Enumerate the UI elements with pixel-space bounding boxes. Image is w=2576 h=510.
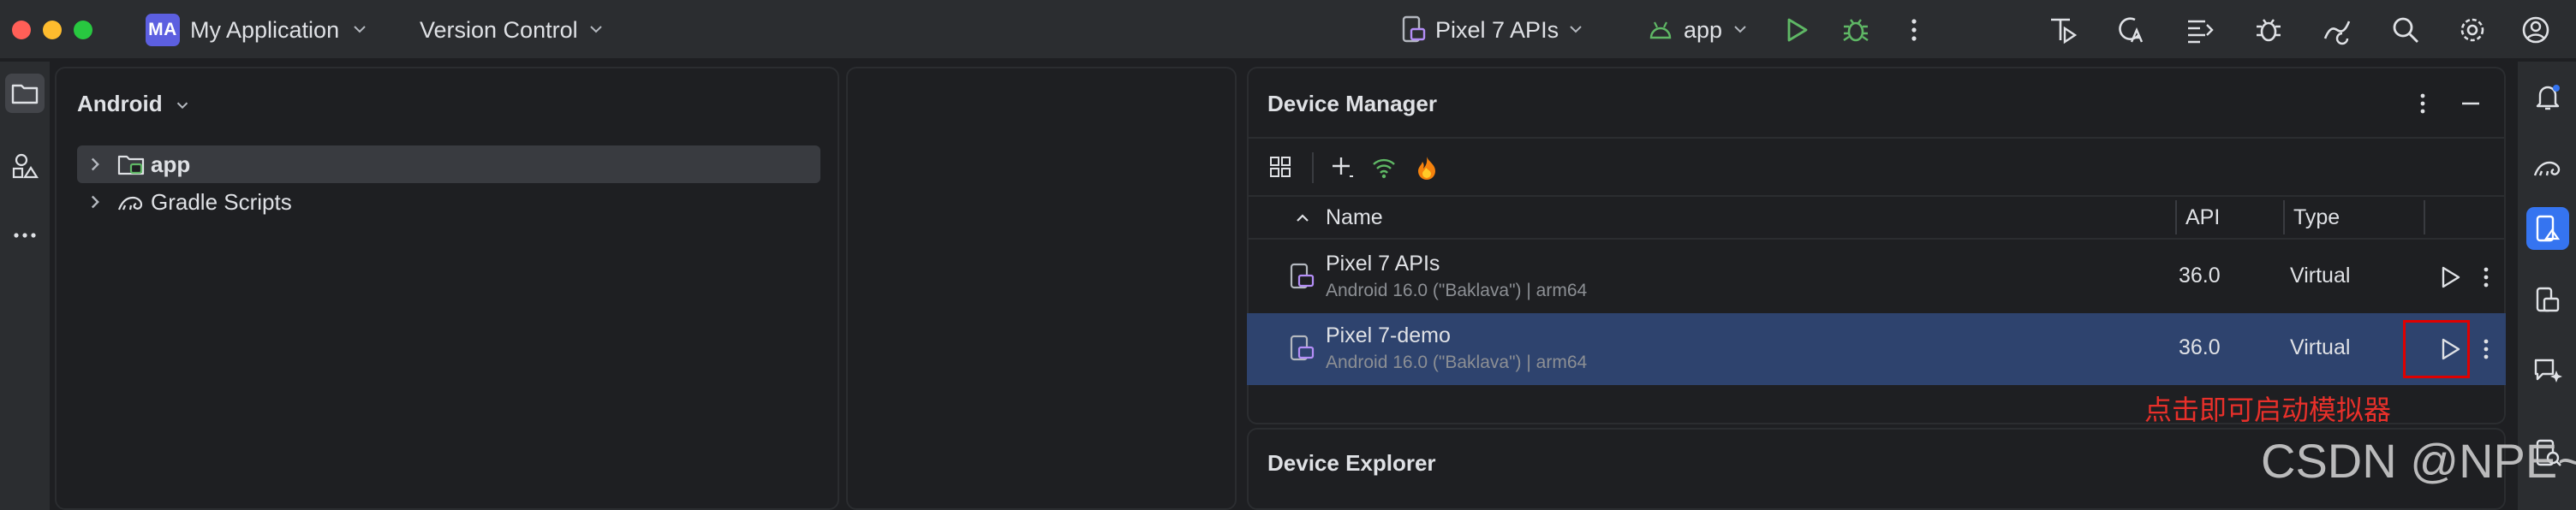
version-control-menu[interactable]: Version Control [420,17,578,44]
bell-icon [2536,85,2560,110]
column-header-name[interactable]: Name [1326,205,1383,230]
tree-item-label: app [151,151,191,177]
running-devices-icon [2536,287,2560,312]
editor-area [846,67,1237,510]
device-api: 36.0 [2179,335,2221,359]
play-icon [2442,266,2460,288]
device-more-button[interactable] [2475,332,2497,366]
add-device-icon[interactable] [1326,151,1360,185]
profiler-icon[interactable] [2045,12,2081,48]
project-tool-button[interactable] [5,74,45,113]
close-window-button[interactable] [12,21,31,39]
device-row-pixel-7-demo[interactable]: Pixel 7-demo Android 16.0 ("Baklava") | … [1247,313,2506,385]
gradle-icon [2533,161,2561,176]
project-panel: Android app Gradle Scripts [55,67,839,510]
gradle-tool-button[interactable] [2526,145,2569,188]
device-more-button[interactable] [2475,260,2497,294]
chevron-down-icon[interactable] [173,96,192,115]
chevron-right-icon[interactable] [84,191,106,213]
debug-icon[interactable] [1838,12,1874,48]
title-bar: MA My Application Version Control Pixel … [0,0,2576,60]
tree-item-gradle-scripts[interactable]: Gradle Scripts [77,183,820,221]
minimize-icon[interactable] [2458,91,2484,116]
device-name: Pixel 7-demo [1326,323,1451,347]
chat-sparkle-icon [2534,359,2562,382]
resource-manager-button[interactable] [5,147,45,187]
maximize-window-button[interactable] [74,21,92,39]
firebase-icon[interactable] [1410,151,1444,185]
android-icon [1649,21,1672,39]
chevron-down-icon[interactable] [1565,19,1586,39]
run-icon[interactable] [1778,12,1814,48]
folder-icon [11,84,39,104]
device-explorer-title: Device Explorer [1267,450,1436,476]
wifi-pair-icon[interactable] [1367,151,1401,185]
more-icon[interactable] [1896,12,1932,48]
grid-view-icon[interactable] [1264,151,1298,185]
device-api: 36.0 [2179,264,2221,288]
notifications-button[interactable] [2526,75,2569,118]
gradle-icon [117,196,143,211]
device-detail: Android 16.0 ("Baklava") | arm64 [1326,353,1588,372]
chevron-right-icon[interactable] [84,153,106,175]
virtual-device-icon [1290,335,1315,361]
sync-icon[interactable] [2319,12,2355,48]
sort-ascending-icon[interactable] [1293,209,1312,228]
shapes-icon [12,153,39,179]
account-icon[interactable] [2518,12,2554,48]
module-folder-icon [117,155,145,175]
play-icon [2442,338,2460,360]
column-header-api[interactable]: API [2185,205,2220,230]
project-name[interactable]: My Application [190,17,339,44]
annotation-text: 点击即可启动模拟器 [2144,394,2392,425]
launch-device-button[interactable] [2432,260,2466,294]
virtual-device-icon [1290,263,1315,289]
translate-icon[interactable] [2114,12,2150,48]
device-manager-title: Device Manager [1267,91,1437,116]
device-name: Pixel 7 APIs [1326,252,1440,276]
settings-icon[interactable] [2454,12,2490,48]
device-type: Virtual [2290,335,2351,359]
left-tool-strip [0,62,50,510]
running-devices-button[interactable] [2526,279,2569,322]
device-manager-panel: Device Manager Name API Type Pixel 7 API… [1247,67,2506,424]
logcat-icon[interactable] [2182,12,2218,48]
project-view-selector[interactable]: Android [77,91,163,117]
device-row-pixel-7-apis[interactable]: Pixel 7 APIs Android 16.0 ("Baklava") | … [1247,241,2506,313]
search-icon[interactable] [2388,12,2424,48]
chevron-down-icon[interactable] [1730,19,1750,39]
chevron-down-icon[interactable] [349,19,370,39]
run-config-selector[interactable]: app [1684,17,1722,44]
launch-device-button[interactable] [2432,332,2466,366]
minimize-window-button[interactable] [43,21,62,39]
device-type: Virtual [2290,264,2351,288]
tree-item-app[interactable]: app [77,145,820,183]
watermark: CSDN @NPE~ [2261,434,2576,488]
device-selector[interactable]: Pixel 7 APIs [1435,17,1559,44]
bug-icon[interactable] [2251,12,2287,48]
more-icon[interactable] [2410,91,2436,116]
gemini-button[interactable] [2526,349,2569,392]
more-horizontal-icon [14,233,36,238]
device-detail: Android 16.0 ("Baklava") | arm64 [1326,281,1588,300]
chevron-down-icon[interactable] [586,19,606,39]
device-manager-tool-button[interactable] [2526,207,2569,250]
column-header-type[interactable]: Type [2293,205,2340,230]
more-tools-button[interactable] [5,216,45,255]
project-badge[interactable]: MA [146,14,180,46]
tree-item-label: Gradle Scripts [151,188,292,215]
device-manager-icon [2536,215,2561,242]
device-icon [1402,15,1426,43]
